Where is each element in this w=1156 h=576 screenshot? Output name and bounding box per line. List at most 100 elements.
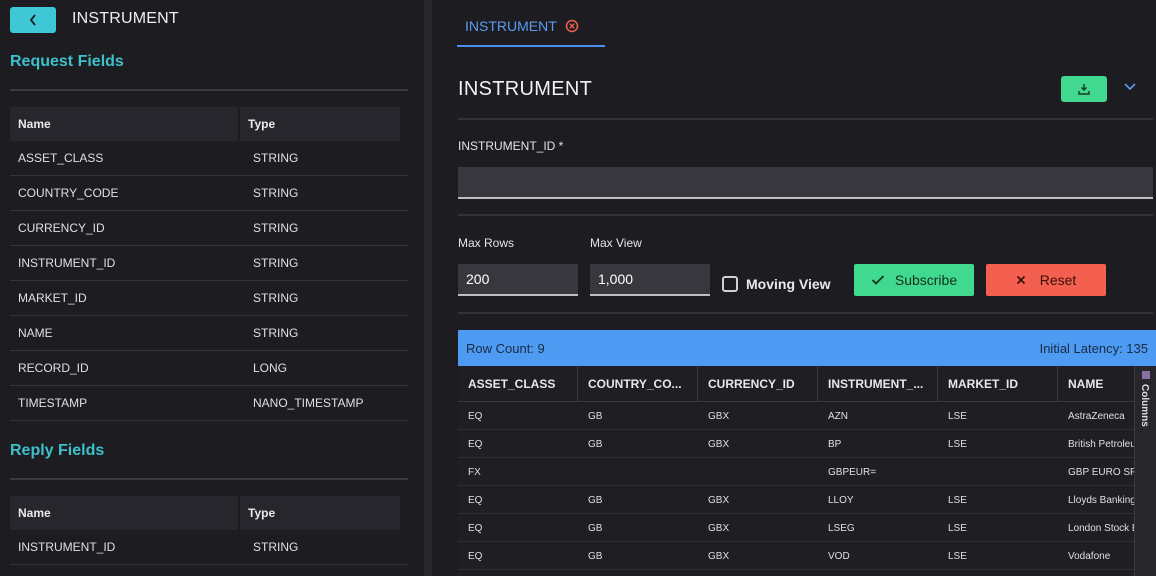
grid-cell: GBX — [708, 439, 730, 450]
column-header-asset-class[interactable]: ASSET_CLASS — [458, 366, 578, 401]
grid-cell: LSE — [948, 523, 967, 534]
grid-cell: GB — [588, 495, 603, 506]
grid-cell: GB — [588, 439, 603, 450]
row-count: Row Count: 9 — [466, 340, 545, 356]
close-circle-icon[interactable] — [565, 19, 579, 33]
column-header-type[interactable]: Type — [240, 107, 400, 141]
request-fields-table: Name Type ASSET_CLASS STRING COUNTRY_CODE… — [10, 107, 408, 421]
grid-header: ASSET_CLASS COUNTRY_CO... CURRENCY_ID IN… — [458, 366, 1156, 402]
download-button[interactable] — [1061, 76, 1107, 102]
field-name: CURRENCY_ID — [18, 221, 105, 235]
field-name: NAME — [18, 326, 53, 340]
field-name: INSTRUMENT_ID — [18, 540, 116, 554]
table-row[interactable]: EQ GB GBX VOD LSE Vodafone — [458, 542, 1156, 570]
field-name: INSTRUMENT_ID — [18, 256, 116, 270]
instrument-id-input[interactable] — [458, 167, 1153, 199]
column-header-instrument-id[interactable]: INSTRUMENT_... — [818, 366, 938, 401]
subscribe-label: Subscribe — [894, 272, 958, 288]
moving-view-checkbox[interactable] — [722, 276, 738, 292]
panel-splitter[interactable] — [424, 0, 432, 576]
table-row[interactable]: EQ GB GBX BP LSE British Petroleum — [458, 430, 1156, 458]
back-button[interactable] — [10, 7, 56, 33]
grid-cell: LSE — [948, 551, 967, 562]
table-row: RECORD_ID LONG — [10, 351, 408, 386]
data-grid: Row Count: 9 Initial Latency: 135 ASSET_… — [458, 330, 1156, 576]
table-row: COUNTRY_CODE STRING — [10, 176, 408, 211]
table-row: CURRENCY_ID STRING — [10, 211, 408, 246]
field-type: STRING — [253, 326, 299, 340]
grid-cell: AZN — [828, 411, 848, 422]
table-row: ASSET_CLASS STRING — [10, 141, 408, 176]
grid-cell: EQ — [468, 439, 483, 450]
reply-fields-title: Reply Fields — [10, 442, 105, 459]
reset-label: Reset — [1039, 272, 1077, 288]
grid-cell — [938, 458, 1058, 485]
column-header-country-code[interactable]: COUNTRY_CO... — [578, 366, 698, 401]
divider — [458, 214, 1153, 216]
chevron-down-icon[interactable] — [1123, 82, 1137, 92]
grid-cell: GBX — [708, 551, 730, 562]
grid-cell: FX — [468, 467, 481, 478]
instrument-id-label: INSTRUMENT_ID * — [458, 139, 564, 153]
table-row: NAME STRING — [10, 316, 408, 351]
max-rows-label: Max Rows — [458, 236, 515, 250]
table-row[interactable]: EQ GB GBX LLOY LSE Lloyds Banking — [458, 486, 1156, 514]
grid-cell: GB — [588, 551, 603, 562]
grid-cell: VOD — [828, 551, 850, 562]
page-title: INSTRUMENT — [458, 78, 593, 100]
grid-cell: EQ — [468, 411, 483, 422]
field-name: TIMESTAMP — [18, 396, 88, 410]
divider — [458, 118, 1153, 120]
grid-cell: LSE — [948, 439, 967, 450]
column-header-currency-id[interactable]: CURRENCY_ID — [698, 366, 818, 401]
initial-latency: Initial Latency: 135 — [1039, 340, 1148, 356]
table-row[interactable]: EQGBGBXLSEGLSELondon Stock Exchange — [458, 514, 1156, 542]
max-view-input[interactable] — [590, 264, 710, 296]
field-name: COUNTRY_CODE — [18, 186, 119, 200]
tab-label: INSTRUMENT — [465, 18, 557, 34]
divider — [10, 89, 408, 91]
grid-cell: GBX — [708, 411, 730, 422]
max-view-label: Max View — [590, 236, 642, 250]
check-icon — [871, 275, 884, 285]
close-icon — [1016, 275, 1025, 285]
field-type: STRING — [253, 540, 299, 554]
field-type: STRING — [253, 256, 299, 270]
grid-cell: GB — [588, 523, 603, 534]
table-row[interactable]: FX GBPEUR= GBP EURO SPOT — [458, 458, 1156, 486]
reply-fields-table: Name Type INSTRUMENT_ID STRING — [10, 496, 408, 565]
download-icon — [1078, 84, 1090, 95]
table-header: Name Type — [10, 496, 408, 530]
grid-cell: GBX — [708, 523, 730, 534]
table-row: INSTRUMENT_ID STRING — [10, 246, 408, 281]
column-header-name[interactable]: Name — [10, 107, 238, 141]
grid-cell — [578, 458, 698, 485]
columns-side-panel-toggle[interactable]: Columns — [1134, 366, 1156, 576]
tab-instrument[interactable]: INSTRUMENT — [457, 10, 605, 47]
grid-cell: GB — [588, 411, 603, 422]
moving-view-label[interactable]: Moving View — [746, 276, 831, 292]
table-row: TIMESTAMP NANO_TIMESTAMP — [10, 386, 408, 421]
column-header-name[interactable]: Name — [10, 496, 238, 530]
grid-status-bar: Row Count: 9 Initial Latency: 135 — [458, 330, 1156, 366]
left-title: INSTRUMENT — [72, 10, 179, 27]
grid-cell: LSEG — [828, 523, 855, 534]
grid-cell: LSE — [948, 495, 967, 506]
grid-cell: BP — [828, 439, 842, 450]
table-row: INSTRUMENT_ID STRING — [10, 530, 408, 565]
chevron-left-icon — [29, 14, 36, 26]
column-header-type[interactable]: Type — [240, 496, 400, 530]
left-panel: INSTRUMENT Request Fields Name Type ASSE… — [0, 0, 424, 576]
field-type: STRING — [253, 291, 299, 305]
grid-cell: EQ — [468, 523, 483, 534]
field-type: LONG — [253, 361, 288, 375]
column-header-market-id[interactable]: MARKET_ID — [938, 366, 1058, 401]
subscribe-button[interactable]: Subscribe — [854, 264, 974, 296]
field-name: ASSET_CLASS — [18, 151, 104, 165]
table-row[interactable]: EQ GB GBX AZN LSE AstraZeneca — [458, 402, 1156, 430]
request-fields-title: Request Fields — [10, 53, 124, 70]
field-name: MARKET_ID — [18, 291, 87, 305]
max-rows-input[interactable] — [458, 264, 578, 296]
reset-button[interactable]: Reset — [986, 264, 1106, 296]
grid-cell — [698, 458, 818, 485]
